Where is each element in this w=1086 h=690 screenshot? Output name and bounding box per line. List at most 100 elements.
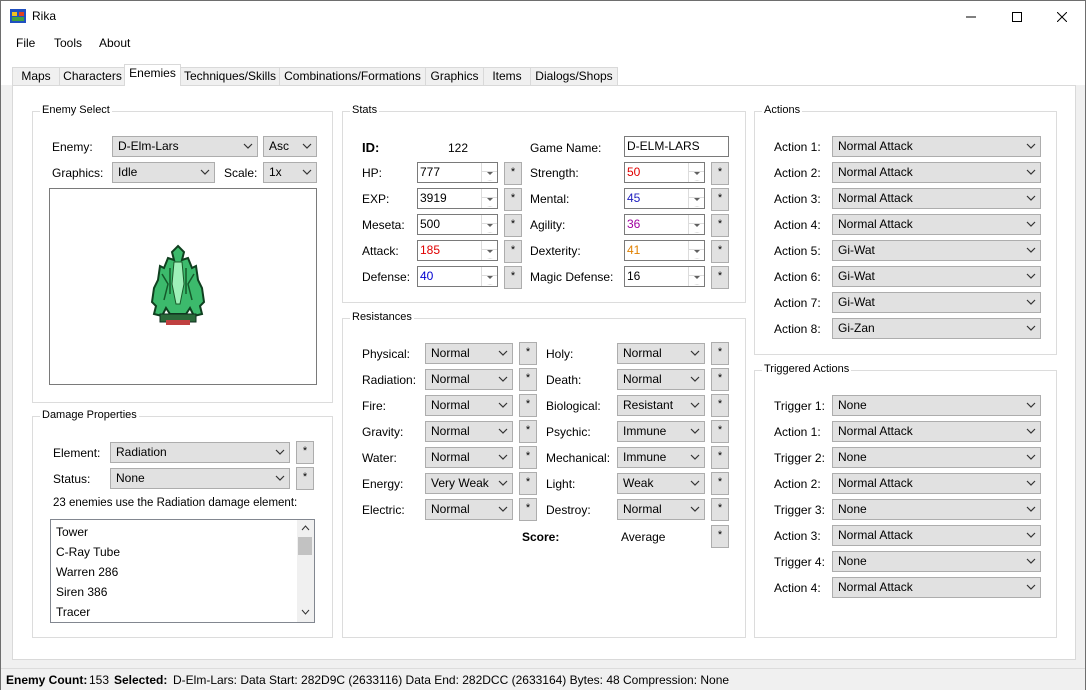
close-button[interactable] [1039,1,1085,32]
spin-buttons[interactable] [481,267,497,286]
graphics-combo[interactable]: Idle [112,162,215,183]
tab-items[interactable]: Items [483,67,531,85]
triggered-4-combo[interactable]: Normal Attack [832,473,1041,494]
maximize-button[interactable] [994,1,1040,32]
res-radiation-star-button[interactable]: * [519,368,537,391]
res-mechanical-star-button[interactable]: * [711,446,729,469]
action-8-combo[interactable]: Gi-Zan [832,318,1041,339]
action-2-combo[interactable]: Normal Attack [832,162,1041,183]
spin-up-icon[interactable] [482,189,497,198]
spin-buttons[interactable] [688,215,704,234]
status-star-button[interactable]: * [296,467,314,490]
spin-up-icon[interactable] [482,241,497,250]
tab-maps[interactable]: Maps [12,67,60,85]
stat-magic-defense-spinner[interactable]: 16 [624,266,705,287]
spin-up-icon[interactable] [689,241,704,250]
action-4-combo[interactable]: Normal Attack [832,214,1041,235]
res-physical-star-button[interactable]: * [519,342,537,365]
spin-buttons[interactable] [481,189,497,208]
sort-order-combo[interactable]: Asc [263,136,317,157]
minimize-button[interactable] [948,1,994,32]
stat-attack-star-button[interactable]: * [504,240,522,263]
element-star-button[interactable]: * [296,441,314,464]
menu-about[interactable]: About [99,36,130,50]
list-scrollbar[interactable] [297,520,314,622]
spin-buttons[interactable] [688,267,704,286]
stat-hp-star-button[interactable]: * [504,162,522,185]
res-water-star-button[interactable]: * [519,446,537,469]
res-biological-combo[interactable]: Resistant [617,395,705,416]
action-5-combo[interactable]: Gi-Wat [832,240,1041,261]
scale-combo[interactable]: 1x [263,162,317,183]
stat-hp-spinner[interactable]: 777 [417,162,498,183]
stat-mental-star-button[interactable]: * [711,188,729,211]
list-item[interactable]: C-Ray Tube [56,545,120,559]
spin-buttons[interactable] [688,241,704,260]
stat-strength-spinner[interactable]: 50 [624,162,705,183]
tab-characters[interactable]: Characters [59,67,126,85]
spin-down-icon[interactable] [482,276,497,285]
spin-up-icon[interactable] [482,163,497,172]
list-item[interactable]: Warren 286 [56,565,118,579]
spin-up-icon[interactable] [482,267,497,276]
res-energy-combo[interactable]: Very Weak [425,473,513,494]
tab-combinations-formations[interactable]: Combinations/Formations [279,67,426,85]
stat-defense-star-button[interactable]: * [504,266,522,289]
list-item[interactable]: Tower [56,525,88,539]
stat-attack-spinner[interactable]: 185 [417,240,498,261]
spin-buttons[interactable] [481,241,497,260]
spin-up-icon[interactable] [689,163,704,172]
stat-mental-spinner[interactable]: 45 [624,188,705,209]
res-fire-star-button[interactable]: * [519,394,537,417]
triggered-1-combo[interactable]: None [832,395,1041,416]
spin-down-icon[interactable] [482,250,497,259]
res-fire-combo[interactable]: Normal [425,395,513,416]
stat-defense-spinner[interactable]: 40 [417,266,498,287]
stat-exp-star-button[interactable]: * [504,188,522,211]
stat-meseta-spinner[interactable]: 500 [417,214,498,235]
stat-dexterity-star-button[interactable]: * [711,240,729,263]
game-name-input[interactable]: D-ELM-LARS [624,136,729,157]
spin-up-icon[interactable] [689,267,704,276]
triggered-7-combo[interactable]: None [832,551,1041,572]
triggered-5-combo[interactable]: None [832,499,1041,520]
res-physical-combo[interactable]: Normal [425,343,513,364]
spin-down-icon[interactable] [689,172,704,181]
scroll-thumb[interactable] [298,537,312,555]
spin-up-icon[interactable] [689,215,704,224]
stat-magic-defense-star-button[interactable]: * [711,266,729,289]
res-gravity-star-button[interactable]: * [519,420,537,443]
triggered-3-combo[interactable]: None [832,447,1041,468]
action-3-combo[interactable]: Normal Attack [832,188,1041,209]
res-psychic-combo[interactable]: Immune [617,421,705,442]
element-enemy-list[interactable]: Tower C-Ray Tube Warren 286 Siren 386 Tr… [50,519,315,623]
spin-down-icon[interactable] [689,250,704,259]
res-water-combo[interactable]: Normal [425,447,513,468]
spin-buttons[interactable] [481,215,497,234]
status-combo[interactable]: None [110,468,290,489]
stat-exp-spinner[interactable]: 3919 [417,188,498,209]
stat-strength-star-button[interactable]: * [711,162,729,185]
score-star-button[interactable]: * [711,525,729,548]
res-destroy-star-button[interactable]: * [711,498,729,521]
triggered-2-combo[interactable]: Normal Attack [832,421,1041,442]
menu-file[interactable]: File [16,36,35,50]
res-death-star-button[interactable]: * [711,368,729,391]
spin-up-icon[interactable] [689,189,704,198]
res-light-star-button[interactable]: * [711,472,729,495]
spin-down-icon[interactable] [689,224,704,233]
scroll-down-icon[interactable] [301,609,310,615]
stat-meseta-star-button[interactable]: * [504,214,522,237]
res-psychic-star-button[interactable]: * [711,420,729,443]
menu-tools[interactable]: Tools [54,36,82,50]
tab-enemies[interactable]: Enemies [124,64,181,86]
res-biological-star-button[interactable]: * [711,394,729,417]
stat-dexterity-spinner[interactable]: 41 [624,240,705,261]
enemy-combo[interactable]: D-Elm-Lars [112,136,258,157]
action-6-combo[interactable]: Gi-Wat [832,266,1041,287]
action-1-combo[interactable]: Normal Attack [832,136,1041,157]
res-energy-star-button[interactable]: * [519,472,537,495]
res-destroy-combo[interactable]: Normal [617,499,705,520]
res-light-combo[interactable]: Weak [617,473,705,494]
element-combo[interactable]: Radiation [110,442,290,463]
